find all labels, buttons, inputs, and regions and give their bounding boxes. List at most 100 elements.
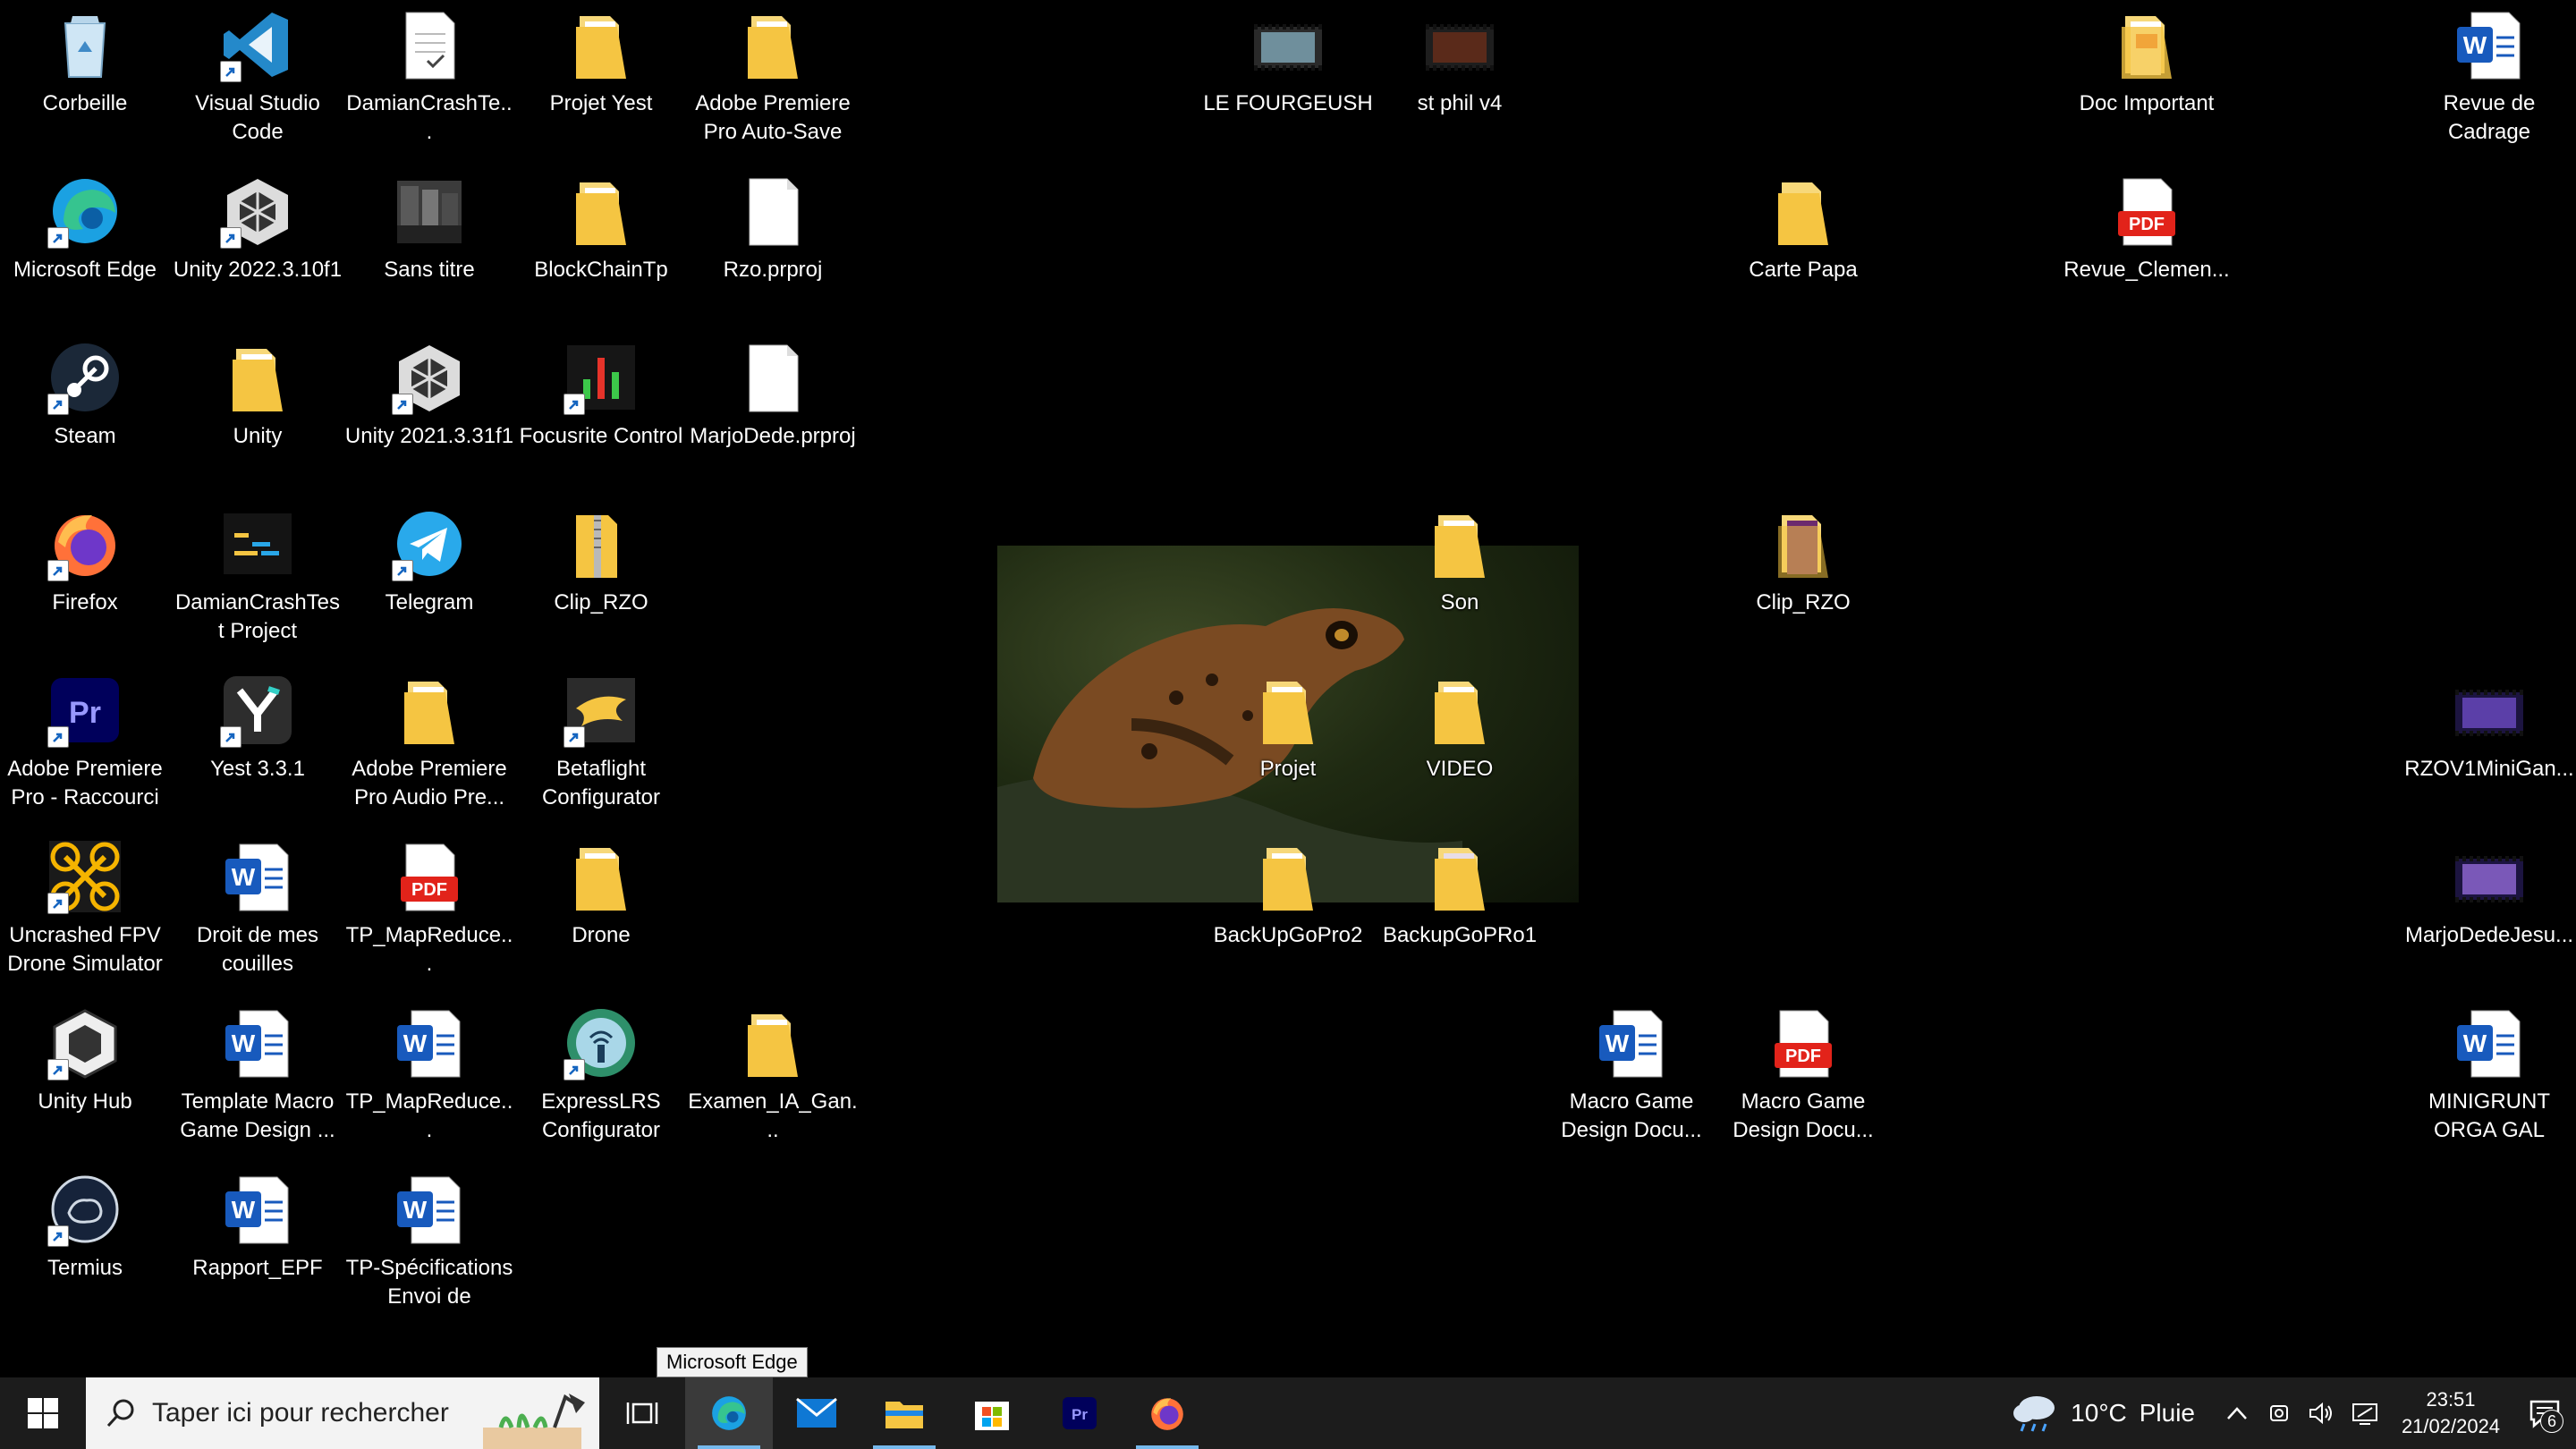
desktop-icon-telegram[interactable]: Telegram [344, 499, 514, 658]
desktop-icon-steam[interactable]: Steam [0, 333, 170, 492]
rain-cloud-icon [2013, 1396, 2055, 1432]
desktop-icon-son[interactable]: Son [1375, 499, 1545, 658]
desktop-icon-drone[interactable]: Drone [516, 832, 686, 991]
desktop-icon-unity-hub[interactable]: Unity Hub [0, 998, 170, 1157]
volume-button[interactable] [2301, 1377, 2342, 1449]
desktop-icon-projet-yest[interactable]: Projet Yest [516, 0, 686, 159]
desktop-icon-label: Unity 2022.3.10f1 [173, 258, 343, 282]
svg-text:W: W [232, 1196, 256, 1224]
desktop-icon-betaflight[interactable]: Betaflight Configurator [516, 665, 686, 825]
desktop-icon-unity-2022[interactable]: Unity 2022.3.10f1 [173, 166, 343, 326]
desktop-icon-premiere-autosave[interactable]: Adobe Premiere Pro Auto-Save [688, 0, 858, 159]
desktop-icon-carte-papa[interactable]: Carte Papa [1718, 166, 1888, 326]
desktop-icon-marjodede-prproj[interactable]: MarjoDede.prproj [688, 333, 858, 492]
folder-icon [1422, 506, 1497, 581]
search-input[interactable]: Taper ici pour rechercher [86, 1377, 599, 1449]
desktop-icon-clip-rzo-folder[interactable]: Clip_RZO [1718, 499, 1888, 658]
taskbar-app-edge[interactable] [685, 1377, 773, 1449]
svg-text:PDF: PDF [1785, 1046, 1821, 1066]
desktop-icon-label: Drone [572, 923, 631, 947]
desktop-icon-expresslrs[interactable]: ExpressLRS Configurator [516, 998, 686, 1157]
file-explorer-icon [886, 1402, 923, 1428]
desktop-icon-vscode[interactable]: Visual Studio Code [173, 0, 343, 159]
desktop-icon-damiancrashtest-project[interactable]: DamianCrashTest Project [173, 499, 343, 658]
taskbar-app-firefox[interactable] [1123, 1377, 1211, 1449]
weather-widget[interactable]: 10°C Pluie [2003, 1377, 2215, 1449]
desktop-icon-unity-2021[interactable]: Unity 2021.3.31f1 [344, 333, 514, 492]
desktop-icon-rapport-epf[interactable]: W Rapport_EPF [173, 1165, 343, 1324]
desktop-icon-label: Examen_IA_Gan... [688, 1089, 858, 1142]
desktop-icon-premiere-audio[interactable]: Adobe Premiere Pro Audio Pre... [344, 665, 514, 825]
camera-status-button[interactable] [2259, 1377, 2301, 1449]
folder-icon [1250, 839, 1326, 914]
desktop-icon-st-phil[interactable]: st phil v4 [1375, 0, 1545, 159]
desktop-icon-rzo-prproj[interactable]: Rzo.prproj [688, 166, 858, 326]
desktop-icon-rzov1[interactable]: RZOV1MiniGan... [2404, 665, 2574, 825]
word-document-icon: W [220, 839, 295, 914]
folder-icon [735, 7, 810, 82]
taskbar-clock[interactable]: 23:51 21/02/2024 [2388, 1377, 2513, 1449]
desktop-icon-tp-specifications[interactable]: W TP-Spécifications Envoi de Pièces... [344, 1165, 514, 1324]
shortcut-arrow-icon [47, 227, 69, 249]
desktop-icon-premiere-shortcut[interactable]: Pr Adobe Premiere Pro - Raccourci [0, 665, 170, 825]
termius-icon [47, 1172, 123, 1247]
clock-date: 21/02/2024 [2401, 1415, 2501, 1437]
desktop-icon-tp-mapreduce-pdf[interactable]: PDF TP_MapReduce... [344, 832, 514, 991]
desktop-icon-label: Corbeille [42, 91, 128, 115]
task-view-button[interactable] [599, 1377, 685, 1449]
telegram-icon [392, 506, 467, 581]
desktop-icon-label: Adobe Premiere Pro Audio Pre... [352, 757, 507, 809]
taskbar-app-premiere-pro[interactable]: Pr [1036, 1377, 1123, 1449]
shortcut-arrow-icon [220, 61, 242, 82]
desktop-icon-label: Clip_RZO [554, 590, 648, 614]
word-document-icon: W [220, 1172, 295, 1247]
desktop-icon-damiancrashtest-file[interactable]: DamianCrashTe... [344, 0, 514, 159]
desktop-icon-revue-cadrage[interactable]: W Revue de Cadrage [2404, 0, 2574, 159]
network-button[interactable] [2342, 1377, 2388, 1449]
desktop-icon-termius[interactable]: Termius [0, 1165, 170, 1324]
desktop-icon-edge[interactable]: Microsoft Edge [0, 166, 170, 326]
desktop: Corbeille Microsoft Edge Steam Firefox P… [0, 0, 2576, 1377]
desktop-icon-macro-gdd-word[interactable]: W Macro Game Design Docu... [1546, 998, 1716, 1157]
desktop-icon-le-fourgeush[interactable]: LE FOURGEUSH [1203, 0, 1373, 159]
desktop-icon-marjodedejesu[interactable]: MarjoDedeJesu... [2404, 832, 2574, 991]
desktop-icon-unity-folder[interactable]: Unity [173, 333, 343, 492]
taskbar-app-file-explorer[interactable] [860, 1377, 948, 1449]
desktop-icon-droit[interactable]: W Droit de mes couilles [173, 832, 343, 991]
desktop-icon-revue-clemen[interactable]: PDF Revue_Clemen... [2062, 166, 2232, 326]
taskbar-app-mail[interactable] [773, 1377, 860, 1449]
folder-icon [1422, 839, 1497, 914]
desktop-icon-sans-titre[interactable]: Sans titre [344, 166, 514, 326]
taskbar-app-store[interactable] [948, 1377, 1036, 1449]
desktop-icon-projet[interactable]: Projet [1203, 665, 1373, 825]
desktop-icon-corbeille[interactable]: Corbeille [0, 0, 170, 159]
desktop-icon-label: st phil v4 [1417, 91, 1503, 115]
word-document-icon: W [2452, 7, 2527, 82]
desktop-icon-blockchaintp[interactable]: BlockChainTp [516, 166, 686, 326]
notification-center-button[interactable]: 6 [2513, 1377, 2576, 1449]
desktop-icon-focusrite[interactable]: Focusrite Control [516, 333, 686, 492]
word-document-icon: W [2452, 1005, 2527, 1080]
start-button[interactable] [0, 1377, 86, 1449]
desktop-icon-doc-important[interactable]: Doc Important [2062, 0, 2232, 159]
desktop-icon-minigrunt[interactable]: W MINIGRUNT ORGA GAL [2404, 998, 2574, 1157]
desktop-icon-backupgopro1[interactable]: BackupGoPRo1 [1375, 832, 1545, 991]
folder-icon [735, 1005, 810, 1080]
desktop-icon-examen-ia[interactable]: Examen_IA_Gan... [688, 998, 858, 1157]
desktop-icon-backupgopro2[interactable]: BackUpGoPro2 [1203, 832, 1373, 991]
desktop-icon-yest[interactable]: Yest 3.3.1 [173, 665, 343, 825]
desktop-icon-label: Macro Game Design Docu... [1561, 1089, 1702, 1142]
desktop-icon-uncrashed[interactable]: Uncrashed FPV Drone Simulator [0, 832, 170, 991]
desktop-icon-label: Sans titre [384, 258, 475, 282]
desktop-icon-label: Template Macro Game Design ... [180, 1089, 335, 1142]
desktop-icon-clip-rzo-zip[interactable]: Clip_RZO [516, 499, 686, 658]
desktop-icon-macro-gdd-pdf[interactable]: PDF Macro Game Design Docu... [1718, 998, 1888, 1157]
unity-icon [392, 340, 467, 415]
desktop-icon-template-macro[interactable]: W Template Macro Game Design ... [173, 998, 343, 1157]
word-document-icon: W [220, 1005, 295, 1080]
desktop-icon-label: Rapport_EPF [192, 1256, 323, 1280]
desktop-icon-video[interactable]: VIDEO [1375, 665, 1545, 825]
show-hidden-icons-button[interactable] [2215, 1377, 2259, 1449]
desktop-icon-tp-mapreduce-doc[interactable]: W TP_MapReduce... [344, 998, 514, 1157]
desktop-icon-firefox[interactable]: Firefox [0, 499, 170, 658]
